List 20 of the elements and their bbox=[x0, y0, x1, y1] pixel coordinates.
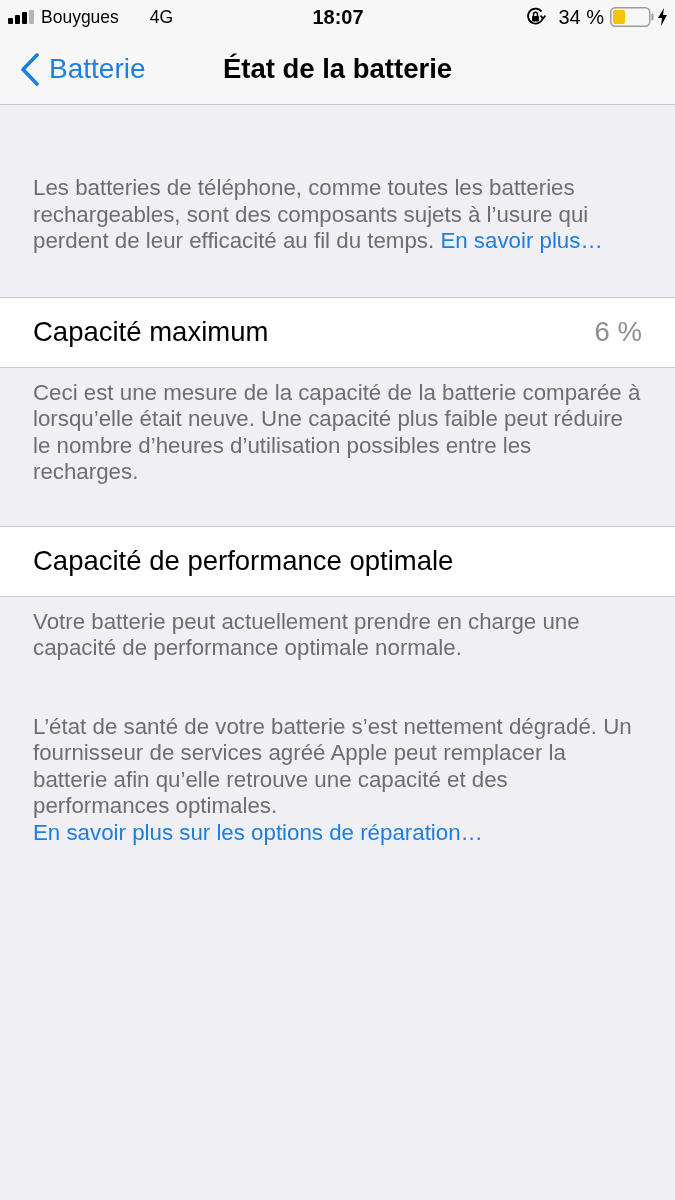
section-footer-text: Ceci est une mesure de la capacité de la batterie comparée à lorsqu’elle était neuve. Une capacité plus faible peut réduire le nombre d’heures d’utilisation possibles entre les recharges. bbox=[32, 378, 642, 486]
battery-percentage: 34 % bbox=[558, 5, 604, 30]
carrier-name: Bouygues bbox=[41, 5, 119, 29]
charging-bolt-icon bbox=[658, 8, 667, 26]
section-footer-text: Votre batterie peut actuellement prendre en charge une capacité de performance optimale normale. bbox=[32, 607, 581, 662]
row-value: 6 % bbox=[594, 315, 642, 350]
rotation-lock-icon bbox=[526, 7, 547, 27]
row-label: Capacité de performance optimale bbox=[33, 544, 454, 579]
network-type: 4G bbox=[149, 5, 174, 29]
back-button[interactable]: Batterie bbox=[20, 52, 146, 86]
signal-icon bbox=[8, 10, 34, 24]
learn-more-link[interactable]: En savoir plus… bbox=[440, 228, 603, 253]
status-time: 18:07 bbox=[311, 5, 365, 30]
chevron-left-icon bbox=[20, 52, 40, 86]
battery-info-text: Les batteries de téléphone, comme toutes les batteries rechargeables, sont des composants sujets à l’usure qui perdent de leur efficacité au fil du temps. En savoir plus… bbox=[32, 174, 604, 255]
battery-health-text: L’état de santé de votre batterie s’est nettement dégradé. Un fournisseur de services agréé Apple peut remplacer la batterie afin qu’elle retrouve une capacité et des performances optimales. bbox=[32, 713, 633, 820]
row-label: Capacité maximum bbox=[33, 315, 269, 350]
page-title: État de la batterie bbox=[222, 55, 453, 83]
battery-icon bbox=[610, 7, 654, 27]
repair-options-link[interactable]: En savoir plus sur les options de réparation… bbox=[33, 819, 483, 845]
